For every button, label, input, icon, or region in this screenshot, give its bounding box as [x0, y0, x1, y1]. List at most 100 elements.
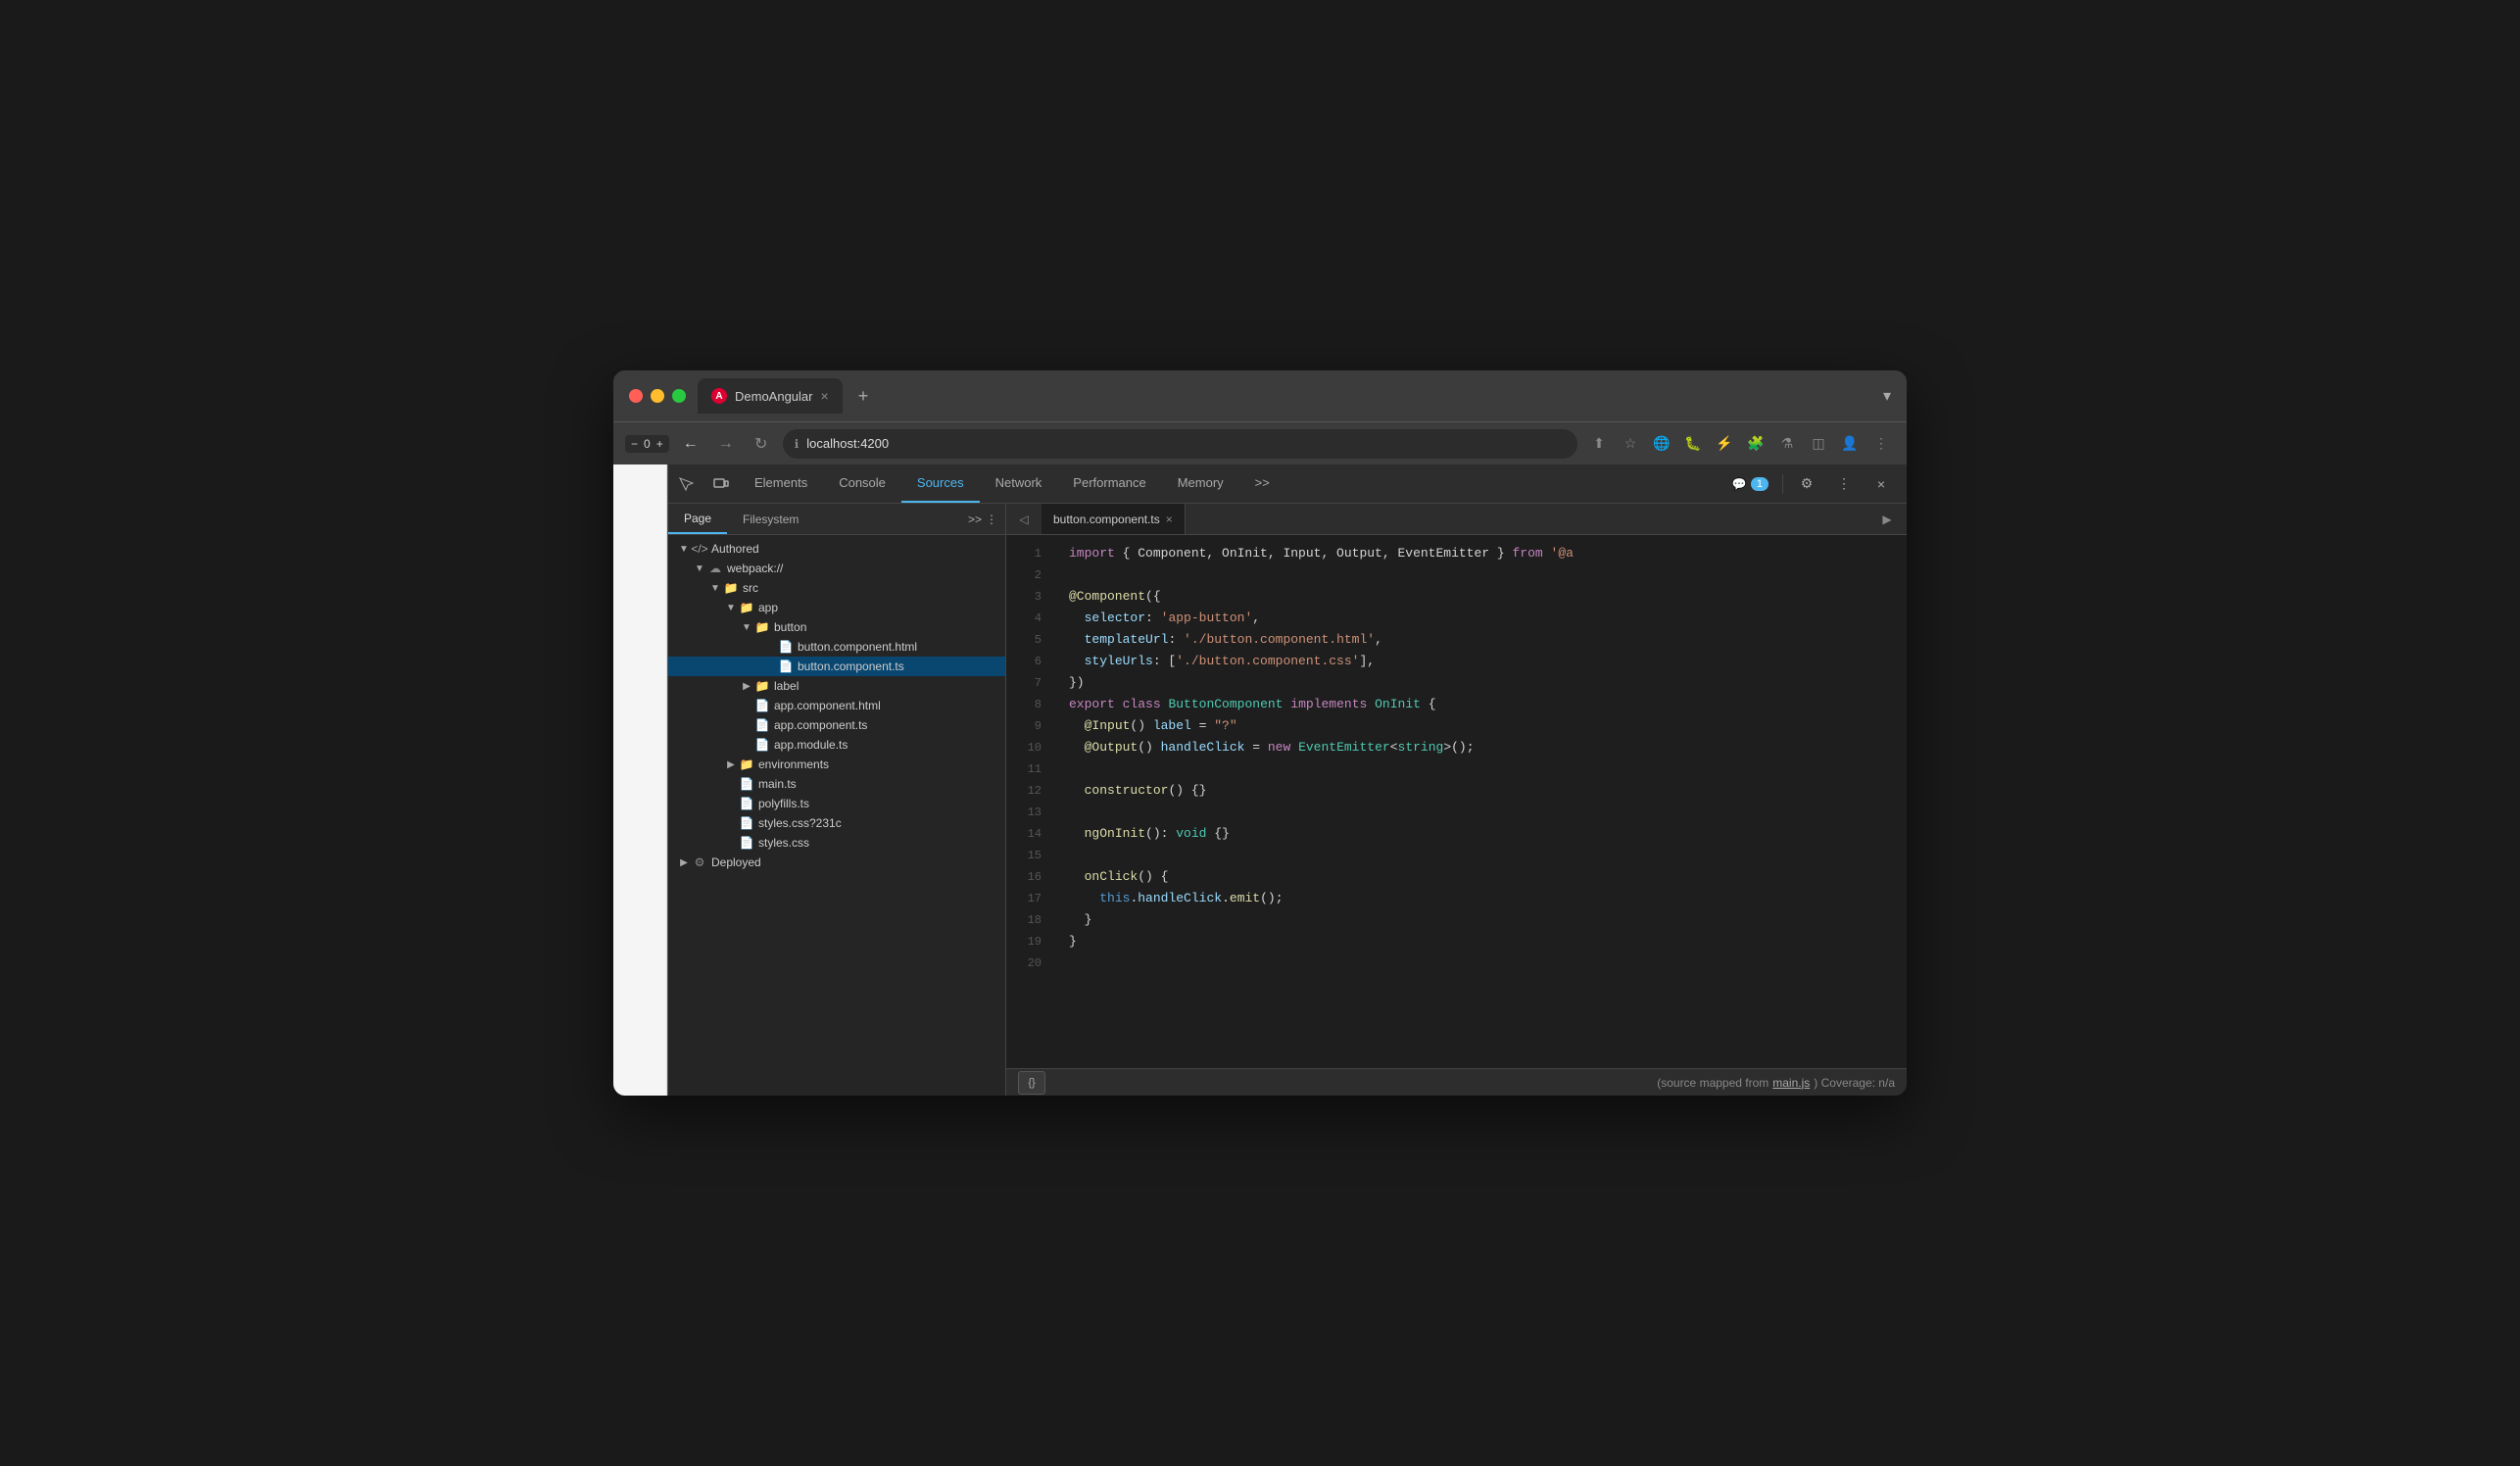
sidebar-collapse-button[interactable]: ◁	[1010, 506, 1038, 533]
list-item[interactable]: 📄 app.component.html	[668, 696, 1005, 715]
list-item[interactable]: ▶ 📁 environments	[668, 755, 1005, 774]
editor-tab-close-button[interactable]: ×	[1166, 513, 1173, 526]
list-item[interactable]: ▼ 📁 app	[668, 598, 1005, 617]
code-line: }	[1069, 909, 1891, 931]
more-tabs-button[interactable]: >>	[968, 513, 982, 526]
code-line: styleUrls : [ './button.component.css' ]…	[1069, 651, 1891, 672]
ext6-button[interactable]: ◫	[1805, 430, 1832, 458]
button-ts-label: button.component.ts	[798, 660, 904, 673]
tab-console[interactable]: Console	[823, 464, 901, 503]
ext2-button[interactable]: 🐛	[1679, 430, 1707, 458]
tab-title: DemoAngular	[735, 389, 813, 404]
code-line: }	[1069, 931, 1891, 953]
more-options-button[interactable]: ⋮	[1828, 468, 1860, 500]
inspect-element-button[interactable]	[670, 468, 702, 500]
list-item[interactable]: 📄 app.module.ts	[668, 735, 1005, 755]
file-tree: ▼ </> Authored ▼ ☁ webpack://	[668, 535, 1005, 1096]
list-item[interactable]: ▼ ☁ webpack://	[668, 559, 1005, 578]
expand-arrow-icon: ▶	[739, 678, 754, 694]
code-line: onClick () {	[1069, 866, 1891, 888]
menu-button[interactable]: ⋮	[1867, 430, 1895, 458]
devtools-panel: Elements Console Sources Network Perform…	[667, 464, 1907, 1096]
close-button[interactable]	[629, 389, 643, 403]
tab-performance[interactable]: Performance	[1057, 464, 1161, 503]
zoom-plus[interactable]: +	[656, 437, 663, 451]
list-item[interactable]: 📄 main.ts	[668, 774, 1005, 794]
code-line	[1069, 953, 1891, 974]
expand-arrow-icon: ▼	[739, 619, 754, 635]
devtools-toolbar-right: 💬 1 ⚙ ⋮ ×	[1724, 468, 1907, 500]
ext4-button[interactable]: 🧩	[1742, 430, 1769, 458]
ts-file-icon: 📄	[754, 737, 770, 753]
code-lines[interactable]: import { Component, OnInit, Input, Outpu…	[1053, 535, 1907, 1068]
tab-options-button[interactable]: ⋮	[986, 513, 997, 526]
code-icon: </>	[692, 541, 707, 557]
list-item[interactable]: ▼ 📁 button	[668, 617, 1005, 637]
new-tab-button[interactable]: +	[850, 382, 877, 411]
expand-arrow-icon: ▶	[676, 855, 692, 870]
sources-tab-more: >> ⋮	[968, 513, 1005, 526]
list-item[interactable]: ▼ </> Authored	[668, 539, 1005, 559]
browser-tab[interactable]: A DemoAngular ×	[698, 378, 843, 414]
collapse-editor-button[interactable]: ▶	[1875, 508, 1899, 531]
list-item[interactable]: 📄 styles.css	[668, 833, 1005, 853]
ext1-button[interactable]: 🌐	[1648, 430, 1675, 458]
line-num: 4	[1006, 608, 1042, 629]
sources-tab-page[interactable]: Page	[668, 504, 727, 534]
list-item[interactable]: 📄 styles.css?231c	[668, 813, 1005, 833]
secure-icon: ℹ	[795, 437, 800, 451]
ts-file-icon: 📄	[739, 776, 754, 792]
tab-close-button[interactable]: ×	[821, 388, 829, 404]
device-toolbar-button[interactable]	[705, 468, 737, 500]
list-item[interactable]: 📄 polyfills.ts	[668, 794, 1005, 813]
settings-button[interactable]: ⚙	[1791, 468, 1822, 500]
window-dropdown-button[interactable]: ▾	[1883, 386, 1891, 406]
maximize-button[interactable]	[672, 389, 686, 403]
angular-icon: A	[711, 388, 727, 404]
address-bar[interactable]: ℹ localhost:4200	[783, 429, 1577, 459]
app-html-label: app.component.html	[774, 699, 881, 712]
minimize-button[interactable]	[651, 389, 664, 403]
ext3-button[interactable]: ⚡	[1711, 430, 1738, 458]
forward-button[interactable]: →	[712, 430, 740, 458]
close-devtools-button[interactable]: ×	[1866, 468, 1897, 500]
notification-button[interactable]: 💬 1	[1724, 473, 1776, 495]
list-item[interactable]: 📄 button.component.ts	[668, 657, 1005, 676]
list-item[interactable]: ▶ 📁 label	[668, 676, 1005, 696]
line-num: 9	[1006, 715, 1042, 737]
pretty-print-button[interactable]: {}	[1018, 1071, 1045, 1095]
tab-more[interactable]: >>	[1239, 464, 1285, 503]
sources-tab-bar: Page Filesystem >> ⋮	[668, 504, 1005, 535]
tab-memory[interactable]: Memory	[1162, 464, 1239, 503]
line-num: 3	[1006, 586, 1042, 608]
tab-bar: A DemoAngular × +	[698, 378, 1279, 414]
code-line	[1069, 845, 1891, 866]
share-button[interactable]: ⬆	[1585, 430, 1613, 458]
bookmark-button[interactable]: ☆	[1617, 430, 1644, 458]
code-line: @Output () handleClick = new EventEmitte…	[1069, 737, 1891, 758]
css-file-icon: 📄	[739, 815, 754, 831]
authored-label: Authored	[711, 542, 759, 556]
back-button[interactable]: ←	[677, 430, 704, 458]
tab-sources[interactable]: Sources	[901, 464, 980, 503]
editor-tab-button-component-ts[interactable]: button.component.ts ×	[1042, 504, 1186, 534]
list-item[interactable]: ▼ 📁 src	[668, 578, 1005, 598]
list-item[interactable]: ▶ ⚙ Deployed	[668, 853, 1005, 872]
tab-network[interactable]: Network	[980, 464, 1058, 503]
avatar-button[interactable]: 👤	[1836, 430, 1864, 458]
reload-button[interactable]: ↻	[748, 430, 775, 458]
tab-elements[interactable]: Elements	[739, 464, 823, 503]
browser-content: Elements Console Sources Network Perform…	[613, 464, 1907, 1096]
sources-tab-filesystem[interactable]: Filesystem	[727, 504, 814, 534]
zoom-minus[interactable]: −	[631, 437, 638, 451]
zoom-value: 0	[640, 437, 654, 451]
html-file-icon: 📄	[778, 639, 794, 655]
ext5-button[interactable]: ⚗	[1773, 430, 1801, 458]
line-num: 17	[1006, 888, 1042, 909]
styles-css-plain-label: styles.css	[758, 836, 809, 850]
line-num: 7	[1006, 672, 1042, 694]
list-item[interactable]: 📄 app.component.ts	[668, 715, 1005, 735]
source-link[interactable]: main.js	[1772, 1076, 1810, 1090]
source-mapped-text: (source mapped from	[1657, 1076, 1769, 1090]
list-item[interactable]: 📄 button.component.html	[668, 637, 1005, 657]
